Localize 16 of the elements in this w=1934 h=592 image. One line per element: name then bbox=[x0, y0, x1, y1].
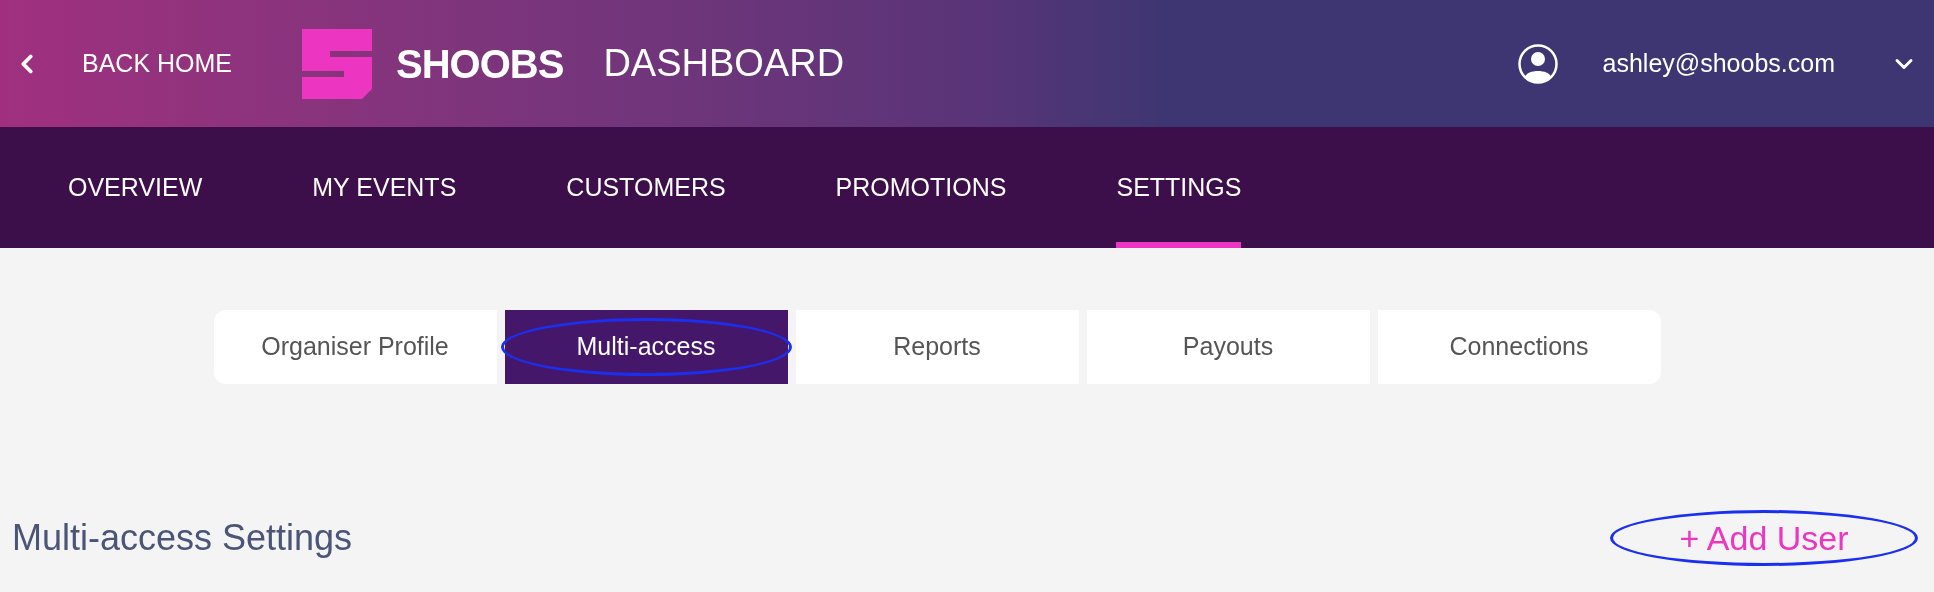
nav-tab[interactable]: MY EVENTS bbox=[312, 127, 457, 248]
nav-tab[interactable]: OVERVIEW bbox=[68, 127, 203, 248]
subpage-tab[interactable]: Reports bbox=[795, 310, 1079, 384]
nav-tab[interactable]: SETTINGS bbox=[1116, 127, 1242, 248]
logo-icon bbox=[302, 28, 373, 99]
nav-tab[interactable]: CUSTOMERS bbox=[566, 127, 726, 248]
logo-text: SHOOBS bbox=[396, 40, 564, 88]
nav-tab[interactable]: PROMOTIONS bbox=[835, 127, 1007, 248]
user-avatar-icon bbox=[1517, 43, 1558, 84]
user-email: ashley@shoobs.com bbox=[1602, 47, 1835, 79]
page-title: DASHBOARD bbox=[603, 41, 845, 86]
subpage-tab[interactable]: Organiser Profile bbox=[213, 310, 497, 384]
back-home-link[interactable]: BACK HOME bbox=[12, 44, 233, 83]
subpage-tab[interactable]: Connections bbox=[1377, 310, 1661, 384]
subpage-tab[interactable]: Payouts bbox=[1086, 310, 1370, 384]
section-title: Multi-access Settings bbox=[12, 516, 353, 560]
